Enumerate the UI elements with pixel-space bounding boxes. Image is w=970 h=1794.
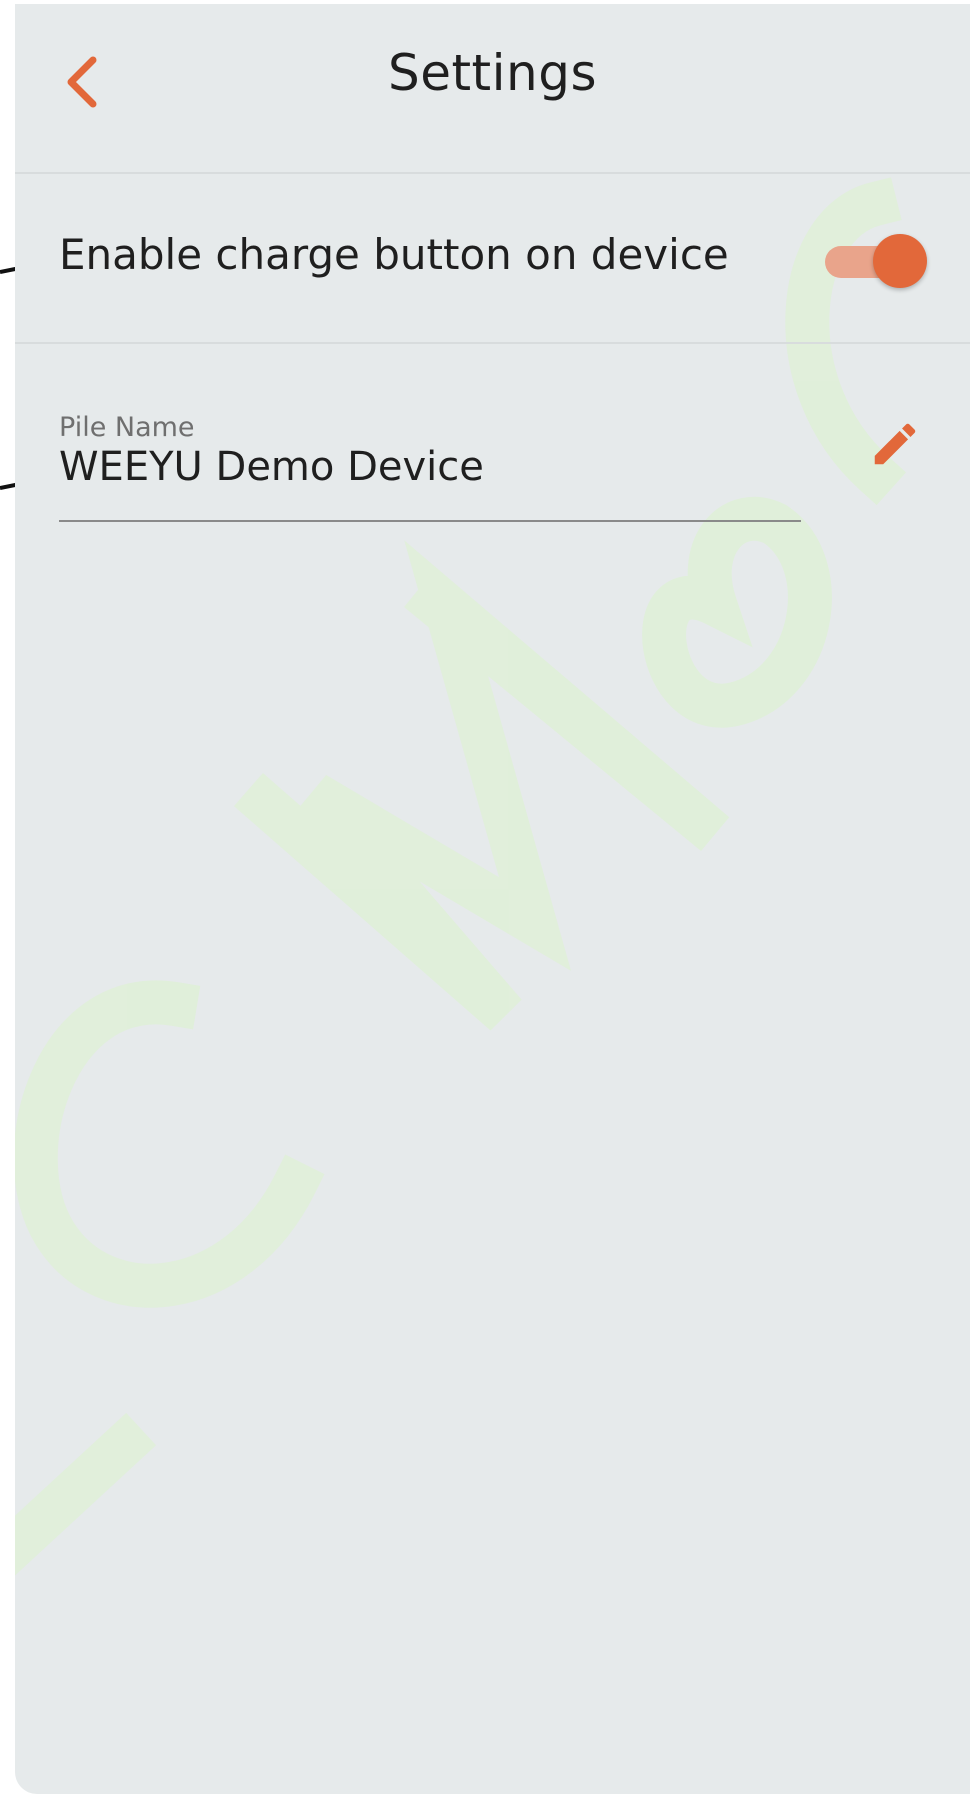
toggle-thumb [873, 234, 927, 288]
page-title: Settings [387, 44, 598, 102]
charge-button-label: Enable charge button on device [59, 230, 729, 279]
pile-name-label: Pile Name [59, 412, 195, 443]
page: Settings Enable charge button on device … [0, 0, 970, 1794]
charge-button-setting-row: Enable charge button on device [15, 174, 970, 344]
charge-button-toggle[interactable] [821, 234, 927, 290]
pile-name-value[interactable]: WEEYU Demo Device [59, 444, 484, 490]
pencil-icon [874, 423, 916, 465]
edit-pile-name-button[interactable] [865, 414, 925, 474]
pile-name-field[interactable]: Pile Name WEEYU Demo Device [59, 404, 801, 522]
app-header: Settings [15, 4, 970, 174]
app-screen: Settings Enable charge button on device … [15, 4, 970, 1794]
